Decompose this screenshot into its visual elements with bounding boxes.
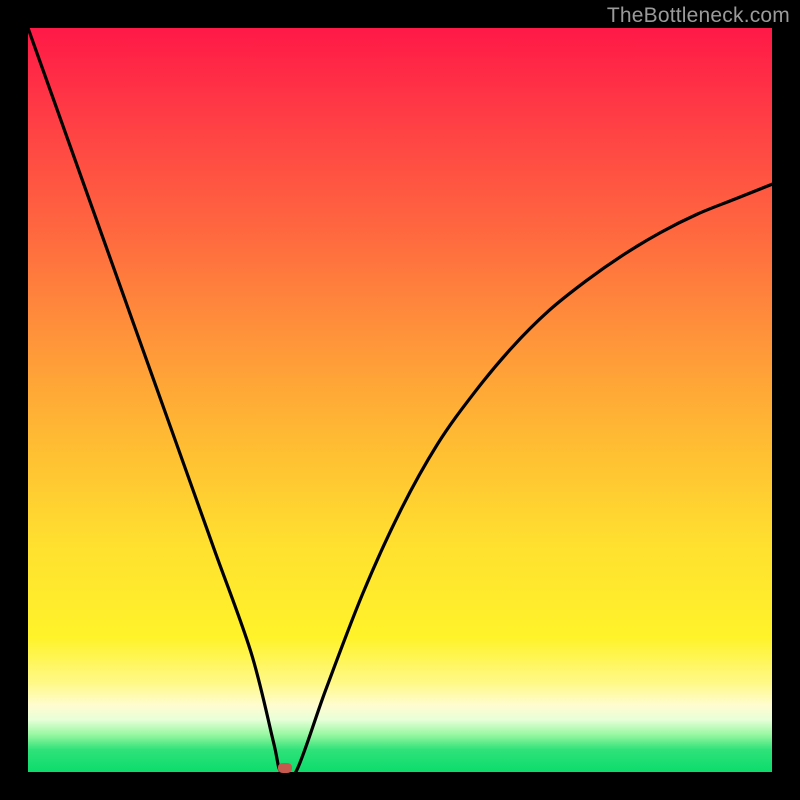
curve-path [28, 28, 772, 772]
chart-frame: TheBottleneck.com [0, 0, 800, 800]
curve-svg [28, 28, 772, 772]
min-marker [278, 763, 292, 773]
plot-area [28, 28, 772, 772]
watermark-text: TheBottleneck.com [607, 4, 790, 28]
